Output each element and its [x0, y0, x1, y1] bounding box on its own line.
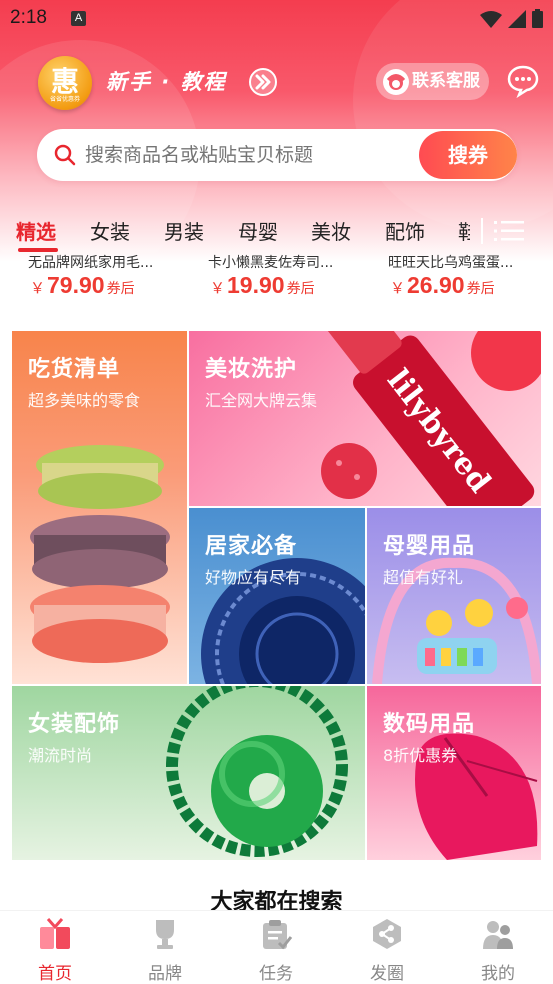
header: 2:18 A 惠 省省优惠券 新手 · 教程 联系客服 搜索商品名或粘贴宝贝标题…	[0, 0, 553, 262]
battery-icon	[532, 9, 543, 28]
bottom-navigation: 首页 品牌 任务 发圈 我的	[0, 910, 553, 984]
tab-shoes[interactable]: 鞋	[458, 216, 470, 245]
category-subtitle: 8折优惠券	[383, 746, 458, 765]
category-title: 吃货清单	[28, 357, 121, 382]
nav-label: 首页	[38, 964, 72, 984]
nav-profile[interactable]: 我的	[443, 911, 553, 984]
message-icon[interactable]	[506, 64, 540, 99]
nav-label: 我的	[481, 964, 515, 984]
home-icon	[38, 917, 72, 951]
category-subtitle: 汇全网大牌云集	[205, 391, 318, 410]
product-price: ￥19.90 券后	[210, 272, 315, 298]
product-title: 无品牌网纸家用毛...	[28, 255, 154, 270]
trophy-icon	[148, 917, 182, 951]
nav-share[interactable]: 发圈	[332, 911, 442, 984]
customer-service-label: 联系客服	[412, 71, 480, 91]
notification-badge-icon: A	[71, 11, 86, 26]
home-screen: 2:18 A 惠 省省优惠券 新手 · 教程 联系客服 搜索商品名或粘贴宝贝标题…	[0, 0, 553, 984]
status-icons	[480, 9, 543, 28]
menu-icon[interactable]	[494, 220, 524, 246]
product-price: ￥26.90 券后	[390, 272, 495, 298]
product-title: 旺旺天比乌鸡蛋蛋...	[388, 255, 514, 270]
nav-label: 任务	[259, 964, 293, 984]
tab-featured[interactable]: 精选	[16, 216, 56, 245]
product-title: 卡小懒黑麦佐寿司...	[208, 255, 334, 270]
section-title-popular-searches: 大家都在搜索	[210, 890, 343, 910]
category-beauty[interactable]: lilybyred 美妆洗护 汇全网大牌云集	[189, 331, 541, 506]
status-time: 2:18	[10, 7, 47, 28]
category-subtitle: 好物应有尽有	[205, 568, 302, 587]
category-title: 居家必备	[205, 534, 298, 559]
share-icon	[370, 917, 404, 951]
product-price: ￥79.90 券后	[30, 272, 135, 298]
nav-brand[interactable]: 品牌	[110, 911, 220, 984]
nav-home[interactable]: 首页	[0, 911, 110, 984]
status-bar: 2:18 A	[0, 0, 553, 36]
category-home[interactable]: 居家必备 好物应有尽有	[189, 508, 365, 684]
tutorial-link[interactable]: 新手 · 教程	[106, 66, 227, 96]
tab-divider	[481, 218, 483, 244]
category-subtitle: 超多美味的零食	[28, 391, 141, 410]
category-subtitle: 潮流时尚	[28, 746, 93, 765]
search-button[interactable]: 搜券	[419, 131, 517, 179]
tab-accessories[interactable]: 配饰	[385, 216, 425, 245]
search-input[interactable]	[85, 129, 415, 181]
category-title: 美妆洗护	[205, 357, 298, 382]
category-title: 数码用品	[383, 712, 476, 737]
tab-beauty[interactable]: 美妆	[311, 216, 351, 245]
nav-tasks[interactable]: 任务	[221, 911, 331, 984]
wifi-icon	[480, 10, 502, 28]
double-chevron-right-icon[interactable]	[249, 68, 277, 96]
search-icon	[53, 143, 77, 171]
category-title: 母婴用品	[383, 534, 476, 559]
category-digital[interactable]: 数码用品 8折优惠券	[367, 686, 541, 860]
macaron-image	[30, 445, 170, 663]
app-logo: 惠 省省优惠券	[38, 56, 92, 110]
category-womens-accessories[interactable]: 女装配饰 潮流时尚	[12, 686, 365, 860]
signal-icon	[508, 9, 526, 28]
task-icon	[259, 917, 293, 951]
category-grid: 吃货清单 超多美味的零食 lilybyred 美妆洗护 汇全网大牌云集 居家必备…	[12, 331, 541, 860]
category-snacks[interactable]: 吃货清单 超多美味的零食	[12, 331, 187, 684]
category-baby[interactable]: 母婴用品 超值有好礼	[367, 508, 541, 684]
product-strip: 无品牌网纸家用毛... ￥79.90 券后 卡小懒黑麦佐寿司... ￥19.90 券…	[0, 255, 553, 312]
tab-womens[interactable]: 女装	[90, 216, 130, 245]
category-tabs: 精选 女装 男装 母婴 美妆 配饰 鞋	[0, 208, 553, 254]
service-avatar-icon	[383, 69, 409, 95]
nav-label: 品牌	[148, 964, 182, 984]
search-bar: 搜券	[37, 129, 517, 181]
category-subtitle: 超值有好礼	[383, 568, 464, 587]
logo-subtitle: 省省优惠券	[49, 96, 80, 103]
tab-mens[interactable]: 男装	[164, 216, 204, 245]
profile-icon	[481, 917, 515, 951]
customer-service-button[interactable]: 联系客服	[376, 63, 489, 100]
tab-baby[interactable]: 母婴	[238, 216, 278, 245]
nav-label: 发圈	[370, 964, 404, 984]
category-title: 女装配饰	[28, 712, 121, 737]
